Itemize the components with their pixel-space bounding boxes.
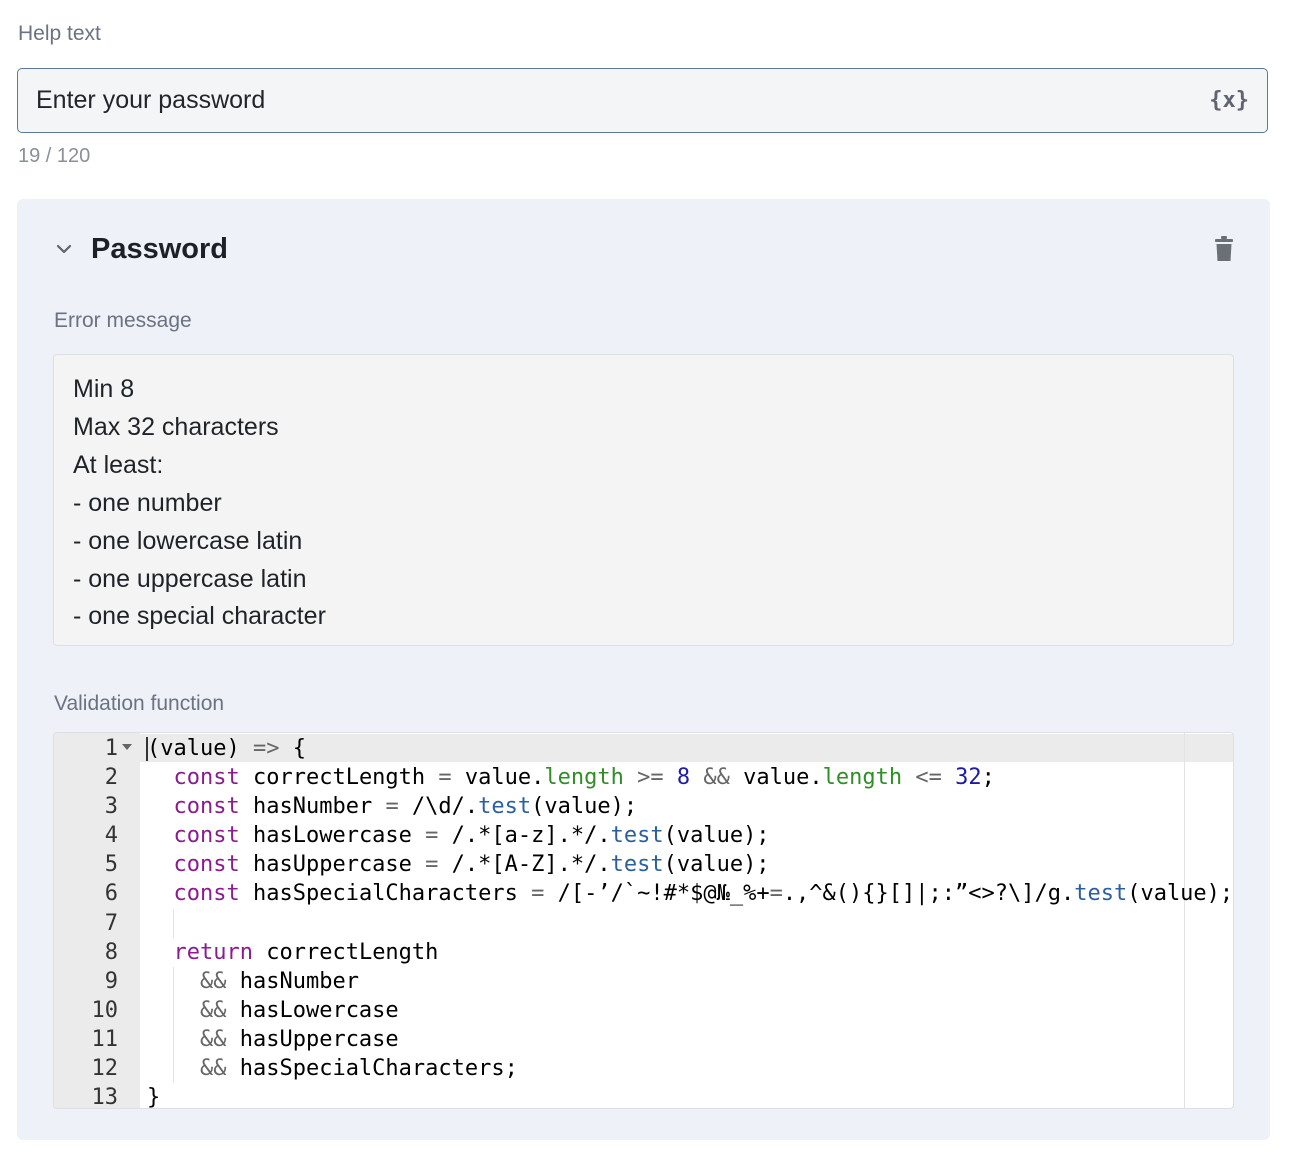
error-message-line: - one lowercase latin: [73, 526, 303, 555]
character-counter: 19 / 120: [18, 145, 91, 167]
error-message-line: - one number: [73, 488, 222, 517]
line-number: 3: [104, 794, 118, 820]
code-line[interactable]: 4 const hasLowercase = /.*[a-z].*/.test(…: [54, 821, 1233, 850]
line-number: 10: [91, 997, 119, 1023]
code-text[interactable]: const correctLength = value.length >= 8 …: [147, 763, 995, 792]
chevron-down-icon[interactable]: [53, 238, 75, 260]
line-number: 8: [104, 939, 118, 965]
code-line[interactable]: 12 && hasSpecialCharacters;: [54, 1054, 1233, 1084]
code-text[interactable]: const hasNumber = /\d/.test(value);: [147, 792, 638, 821]
indent-guide: [173, 908, 175, 938]
error-message-line: Max 32 characters: [73, 412, 279, 441]
error-message-line: - one special character: [73, 602, 326, 631]
help-text-value[interactable]: Enter your password: [36, 86, 1209, 115]
code-text[interactable]: && hasLowercase: [147, 996, 399, 1025]
code-text[interactable]: (value) => {: [147, 734, 306, 763]
panel-header: Password: [53, 229, 1234, 269]
code-line[interactable]: 13}: [54, 1083, 1233, 1109]
line-number: 11: [91, 1026, 119, 1052]
code-line[interactable]: 8 return correctLength: [54, 938, 1233, 967]
error-message-textarea[interactable]: Min 8 Max 32 characters At least: - one …: [53, 354, 1234, 646]
help-text-label: Help text: [18, 22, 101, 45]
fold-toggle-icon[interactable]: [122, 744, 132, 750]
code-text[interactable]: }: [147, 1083, 160, 1108]
code-line[interactable]: 1 (value) => {: [54, 734, 1233, 763]
code-text[interactable]: return correctLength: [147, 938, 439, 967]
code-line[interactable]: 7: [54, 908, 1233, 938]
help-text-input[interactable]: Enter your password {x}: [17, 68, 1268, 133]
panel-title: Password: [91, 232, 228, 265]
line-number: 12: [91, 1056, 119, 1082]
code-line[interactable]: 9 && hasNumber: [54, 966, 1233, 996]
error-message-label: Error message: [54, 309, 192, 332]
validation-code-editor[interactable]: 1 (value) => {2 const correctLength = val…: [53, 732, 1234, 1109]
line-number: 1: [104, 736, 118, 761]
code-line[interactable]: 3 const hasNumber = /\d/.test(value);: [54, 792, 1233, 821]
error-message-line: Min 8: [73, 375, 135, 403]
code-text[interactable]: && hasUppercase: [147, 1025, 399, 1054]
line-number: 4: [104, 823, 118, 849]
line-number: 13: [91, 1085, 119, 1109]
code-text[interactable]: const hasUppercase = /.*[A-Z].*/.test(va…: [147, 850, 770, 879]
code-text[interactable]: && hasSpecialCharacters;: [147, 1054, 518, 1083]
code-text[interactable]: const hasLowercase = /.*[a-z].*/.test(va…: [147, 821, 770, 850]
password-validation-panel: Password Error message Min 8 Max 32 char…: [17, 199, 1270, 1140]
error-message-line: - one uppercase latin: [73, 564, 307, 593]
code-line[interactable]: 6 const hasSpecialCharacters = /[-’/`~!#…: [54, 879, 1233, 908]
validation-function-label: Validation function: [54, 692, 225, 715]
line-number: 5: [104, 852, 118, 878]
line-number: 2: [104, 765, 118, 791]
code-line[interactable]: 11 && hasUppercase: [54, 1024, 1233, 1055]
code-text[interactable]: && hasNumber: [147, 967, 359, 996]
code-line[interactable]: 10 && hasLowercase: [54, 995, 1233, 1025]
curly-braces-x-icon[interactable]: {x}: [1209, 88, 1249, 113]
code-lines[interactable]: 1 (value) => {2 const correctLength = val…: [54, 734, 1234, 1109]
line-number: 9: [104, 968, 118, 994]
error-message-line: At least:: [73, 450, 164, 479]
line-number: 6: [104, 881, 118, 907]
code-text[interactable]: const hasSpecialCharacters = /[-’/`~!#*$…: [147, 879, 1234, 908]
line-number: 7: [104, 910, 118, 936]
trash-icon[interactable]: [1214, 236, 1234, 262]
code-line[interactable]: 5 const hasUppercase = /.*[A-Z].*/.test(…: [54, 850, 1233, 879]
code-line[interactable]: 2 const correctLength = value.length >= …: [54, 763, 1233, 792]
